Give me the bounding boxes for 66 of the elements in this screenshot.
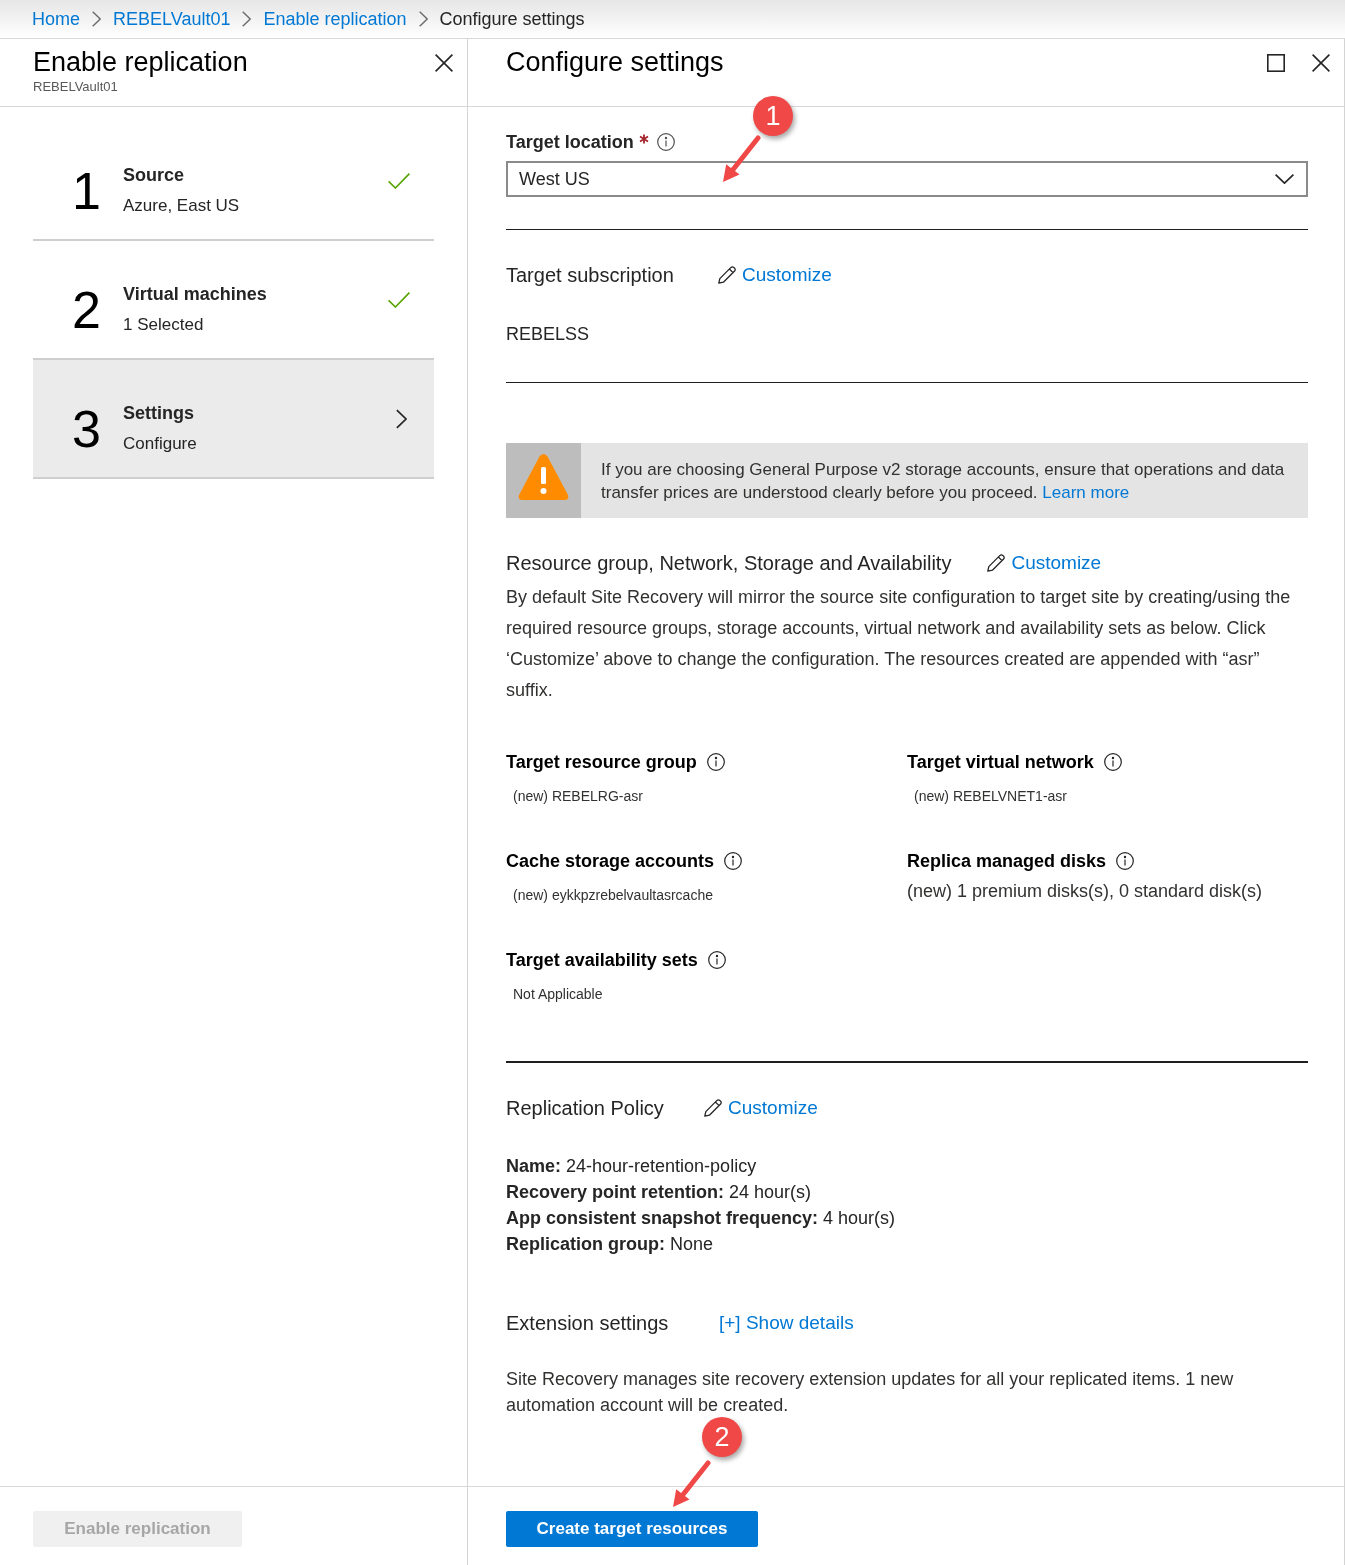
customize-link[interactable]: Customize: [987, 549, 1102, 577]
close-icon[interactable]: [435, 54, 453, 72]
pencil-icon: [987, 554, 1006, 572]
info-icon: [724, 852, 743, 870]
warning-message: If you are choosing General Purpose v2 storage accounts, ensure that operations and data transfer prices are understood clearly before you proceed. Learn more: [601, 458, 1286, 504]
field-value: (new) eykkpzrebelvaultasrcache: [512, 886, 714, 905]
chevron-right-icon: [242, 11, 252, 27]
section-heading: Extension settings: [506, 1311, 670, 1336]
breadcrumb-current: Configure settings: [439, 8, 585, 31]
field-value: (new) REBELVNET1-asr: [913, 787, 1068, 806]
step-title: Virtual machines: [123, 283, 268, 306]
step-number: 2: [72, 281, 102, 338]
field-label: Target virtual network: [907, 751, 1094, 774]
field-label: Cache storage accounts: [506, 850, 715, 873]
section-heading: Replication Policy: [506, 1096, 665, 1121]
step-item[interactable]: 3 Settings Configure: [33, 360, 434, 479]
primary-button[interactable]: Create target resources: [506, 1511, 758, 1547]
chevron-right-icon: [418, 11, 428, 27]
number-badge: 2: [702, 1417, 742, 1457]
location-dropdown[interactable]: West US: [506, 161, 1308, 197]
info-icon: [1103, 753, 1122, 771]
customize-link[interactable]: Customize: [704, 1094, 818, 1122]
field-label: Target location: [506, 131, 634, 154]
chevron-right-icon: [92, 11, 101, 27]
step-detail: Azure, East US: [123, 195, 241, 217]
step-number: 1: [72, 162, 102, 219]
step-detail: Configure: [123, 433, 198, 455]
policy-line: Name: 24-hour-retention-policy: [506, 1155, 758, 1178]
step-title: Source: [123, 164, 186, 187]
field-label: Replica managed disks: [907, 850, 1107, 873]
breadcrumb-link[interactable]: REBELVault01: [113, 7, 231, 31]
field-value: (new) REBELRG-asr: [512, 787, 644, 806]
close-icon[interactable]: [1312, 54, 1330, 72]
step-title: Settings: [123, 402, 195, 425]
section-heading: Target subscription: [506, 263, 675, 288]
chevron-down-icon: [1275, 174, 1294, 184]
breadcrumb-link[interactable]: Home: [32, 7, 80, 31]
customize-link[interactable]: Customize: [718, 261, 832, 289]
policy-line: App consistent snapshot frequency: 4 hour(s): [506, 1207, 897, 1230]
step-detail: 1 Selected: [123, 314, 205, 336]
section-description: Site Recovery manages site recovery extension updates for all your replicated items. 1 new automation account will be created.: [506, 1368, 1235, 1417]
step-number: 3: [72, 400, 102, 457]
warning-icon: [506, 443, 581, 518]
info-icon: [656, 133, 675, 151]
field-value: (new) 1 premium disks(s), 0 standard disk(s): [907, 880, 1264, 903]
show-details-link[interactable]: [+] Show details: [719, 1309, 854, 1337]
info-icon: [707, 951, 726, 969]
maximize-icon[interactable]: [1267, 54, 1285, 72]
number-badge: 1: [753, 96, 793, 136]
pencil-icon: [704, 1099, 722, 1117]
blade-title: Enable replication: [33, 46, 248, 79]
info-icon: [706, 753, 725, 771]
field-label: Target resource group: [506, 751, 697, 774]
subscription-value: REBELSS: [506, 323, 591, 346]
section-heading: Resource group, Network, Storage and Availability: [506, 551, 952, 576]
section-description: By default Site Recovery will mirror the source site configuration to target site by creating/using the required resource groups, storage accounts, virtual network and availability sets as below. Click ‘Customize’ above to change the configuration. The resources created are appended with “asr” suffix.: [506, 586, 1292, 702]
info-icon: [1116, 852, 1135, 870]
learn-more-link[interactable]: Learn more: [1042, 482, 1130, 502]
field-value: Not Applicable: [512, 985, 604, 1004]
blade-title: Configure settings: [506, 46, 724, 79]
pencil-icon: [718, 266, 736, 284]
blade-subtitle: REBELVault01: [33, 79, 119, 95]
field-label: Target availability sets: [506, 949, 698, 972]
breadcrumb-link[interactable]: Enable replication: [263, 7, 407, 31]
policy-line: Recovery point retention: 24 hour(s): [506, 1181, 813, 1204]
policy-line: Replication group: None: [506, 1233, 715, 1256]
